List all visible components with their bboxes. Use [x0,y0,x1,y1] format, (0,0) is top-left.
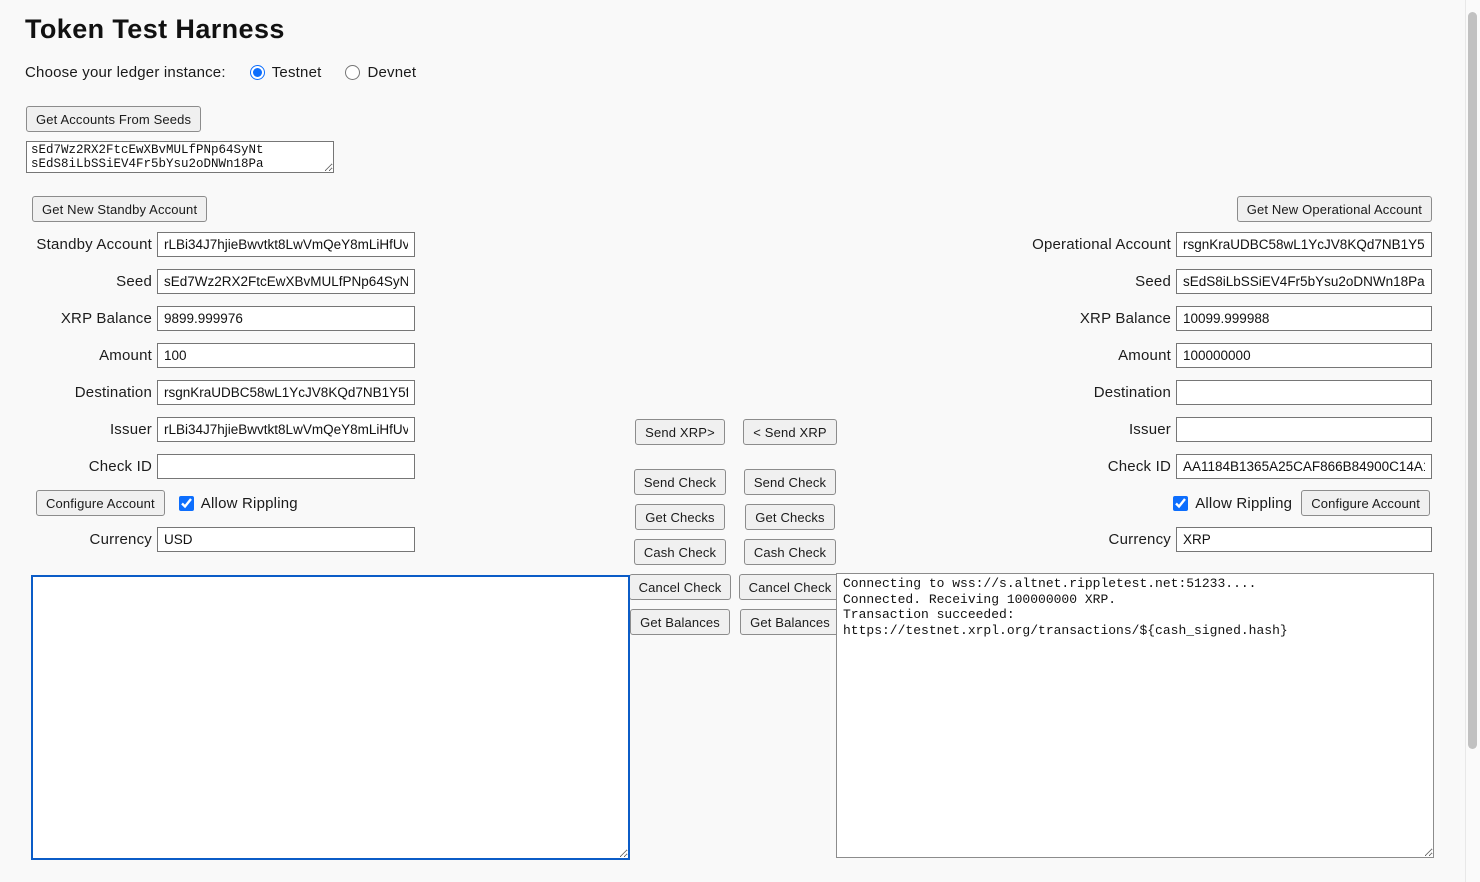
operational-xrp-balance-input[interactable] [1176,306,1432,331]
devnet-radio-label[interactable]: Devnet [367,64,416,81]
standby-account-input[interactable] [157,232,415,257]
standby-check-id-label: Check ID [26,458,157,475]
operational-account-row: Operational Account [1002,232,1432,257]
operational-xrp-balance-label: XRP Balance [1010,310,1176,327]
page-title: Token Test Harness [25,14,416,45]
middle-action-buttons: Send XRP> < Send XRP Send Check Send Che… [631,419,839,644]
testnet-radio[interactable] [250,65,265,80]
standby-allow-rippling-checkbox[interactable] [179,496,194,511]
operational-currency-label: Currency [1010,531,1176,548]
operational-xrp-balance-row: XRP Balance [1002,306,1432,331]
operational-seed-input[interactable] [1176,269,1432,294]
devnet-radio-group: Devnet [345,64,416,81]
operational-currency-row: Currency [1002,527,1432,552]
standby-cash-check-button[interactable]: Cash Check [634,539,726,565]
get-new-standby-account-button[interactable]: Get New Standby Account [32,196,207,222]
standby-currency-label: Currency [26,531,157,548]
operational-send-check-button[interactable]: Send Check [744,469,836,495]
standby-configure-row: Configure Account Allow Rippling [26,490,446,516]
standby-currency-input[interactable] [157,527,415,552]
standby-get-checks-button[interactable]: Get Checks [635,504,724,530]
standby-issuer-label: Issuer [26,421,157,438]
operational-check-id-label: Check ID [1010,458,1176,475]
standby-xrp-balance-label: XRP Balance [26,310,157,327]
standby-account-form: Get New Standby Account Standby Account … [26,196,446,564]
operational-issuer-label: Issuer [1010,421,1176,438]
header: Token Test Harness Choose your ledger in… [25,14,416,81]
standby-issuer-row: Issuer [26,417,446,442]
operational-allow-rippling-checkbox[interactable] [1173,496,1188,511]
operational-send-xrp-button[interactable]: < Send XRP [743,419,836,445]
standby-results-textarea[interactable] [31,575,630,860]
operational-destination-label: Destination [1010,384,1176,401]
operational-configure-row: Allow Rippling Configure Account [1002,490,1432,516]
operational-configure-account-button[interactable]: Configure Account [1301,490,1430,516]
operational-seed-row: Seed [1002,269,1432,294]
ledger-instance-row: Choose your ledger instance: Testnet Dev… [25,64,416,81]
standby-xrp-balance-row: XRP Balance [26,306,446,331]
standby-currency-row: Currency [26,527,446,552]
standby-seed-label: Seed [26,273,157,290]
get-accounts-from-seeds-button[interactable]: Get Accounts From Seeds [26,106,201,132]
devnet-radio[interactable] [345,65,360,80]
standby-destination-label: Destination [26,384,157,401]
operational-check-id-input[interactable] [1176,454,1432,479]
operational-seed-label: Seed [1010,273,1176,290]
standby-xrp-balance-input[interactable] [157,306,415,331]
operational-account-input[interactable] [1176,232,1432,257]
operational-issuer-row: Issuer [1002,417,1432,442]
standby-allow-rippling-label[interactable]: Allow Rippling [201,495,298,512]
standby-amount-label: Amount [26,347,157,364]
standby-destination-input[interactable] [157,380,415,405]
operational-amount-label: Amount [1010,347,1176,364]
standby-seed-row: Seed [26,269,446,294]
standby-account-row: Standby Account [26,232,446,257]
operational-results-textarea[interactable] [836,573,1434,858]
standby-amount-input[interactable] [157,343,415,368]
operational-check-id-row: Check ID [1002,454,1432,479]
operational-amount-row: Amount [1002,343,1432,368]
operational-account-label: Operational Account [1010,236,1176,253]
operational-destination-input[interactable] [1176,380,1432,405]
operational-destination-row: Destination [1002,380,1432,405]
standby-cancel-check-button[interactable]: Cancel Check [629,574,732,600]
operational-cash-check-button[interactable]: Cash Check [744,539,836,565]
operational-get-balances-button[interactable]: Get Balances [740,609,840,635]
standby-destination-row: Destination [26,380,446,405]
testnet-radio-group: Testnet [250,64,322,81]
standby-send-xrp-button[interactable]: Send XRP> [635,419,725,445]
seeds-textarea[interactable] [26,141,334,173]
standby-send-check-button[interactable]: Send Check [634,469,726,495]
standby-get-balances-button[interactable]: Get Balances [630,609,730,635]
standby-seed-input[interactable] [157,269,415,294]
testnet-radio-label[interactable]: Testnet [272,64,322,81]
operational-get-checks-button[interactable]: Get Checks [745,504,834,530]
operational-account-form: Get New Operational Account Operational … [1002,196,1432,564]
standby-issuer-input[interactable] [157,417,415,442]
operational-allow-rippling-label[interactable]: Allow Rippling [1195,495,1292,512]
standby-amount-row: Amount [26,343,446,368]
operational-cancel-check-button[interactable]: Cancel Check [739,574,842,600]
operational-currency-input[interactable] [1176,527,1432,552]
operational-amount-input[interactable] [1176,343,1432,368]
standby-check-id-input[interactable] [157,454,415,479]
standby-account-label: Standby Account [26,236,157,253]
standby-configure-account-button[interactable]: Configure Account [36,490,165,516]
scrollbar-thumb[interactable] [1468,12,1477,749]
get-new-operational-account-button[interactable]: Get New Operational Account [1237,196,1432,222]
ledger-instance-label: Choose your ledger instance: [25,64,226,81]
operational-issuer-input[interactable] [1176,417,1432,442]
standby-check-id-row: Check ID [26,454,446,479]
